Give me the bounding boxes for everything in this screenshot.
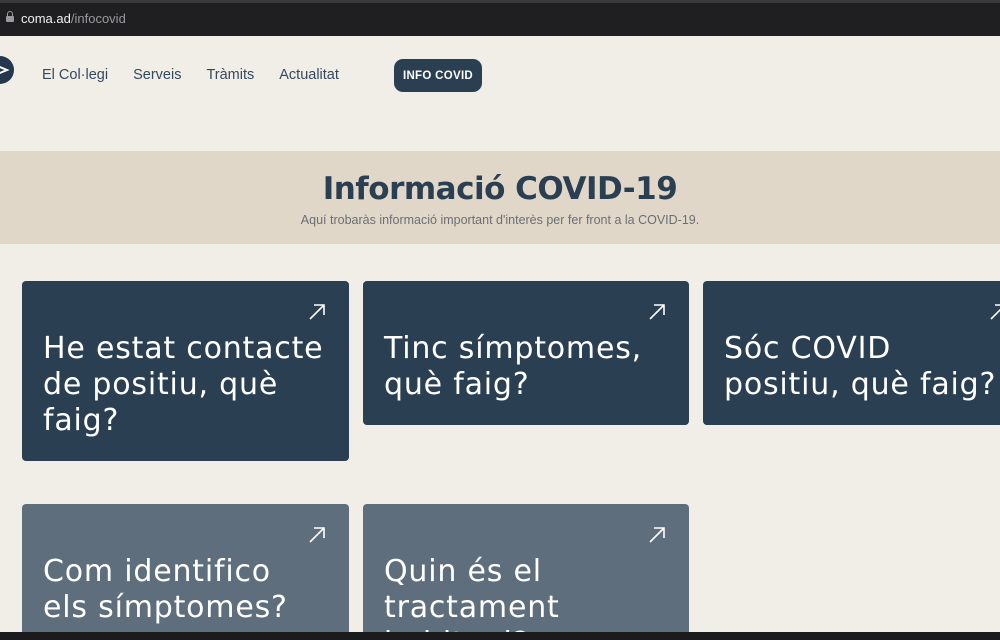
- card-label: Com identifico els símptomes?: [43, 554, 288, 625]
- arrow-up-right-icon: [990, 304, 1000, 320]
- arrow-up-right-icon: [309, 527, 325, 543]
- card-label: Quin és el tractament habitual?: [384, 554, 560, 632]
- arrow-up-right-icon: [649, 304, 665, 320]
- card-covid-positive[interactable]: Sóc COVID positiu, què faig?: [703, 281, 1000, 425]
- card-have-symptoms[interactable]: Tinc símptomes, què faig?: [363, 281, 689, 425]
- card-label: He estat contacte de positiu, què faig?: [43, 331, 324, 438]
- nav-item-tramits[interactable]: Tràmits: [206, 67, 254, 83]
- hero-banner: Informació COVID-19 Aquí trobaràs inform…: [0, 151, 1000, 244]
- card-usual-treatment[interactable]: Quin és el tractament habitual?: [363, 504, 689, 632]
- url-path: /infocovid: [70, 10, 126, 26]
- browser-tab-strip: [0, 0, 1000, 3]
- info-covid-button[interactable]: INFO COVID: [394, 59, 482, 92]
- card-identify-symptoms[interactable]: Com identifico els símptomes?: [22, 504, 349, 632]
- nav-item-el-collegi[interactable]: El Col·legi: [42, 67, 108, 83]
- page-title: Informació COVID-19: [322, 171, 678, 207]
- site-header: El Col·legi Serveis Tràmits Actualitat I…: [0, 36, 1000, 116]
- browser-address-bar[interactable]: coma.ad/infocovid: [0, 0, 1000, 36]
- arrow-up-right-icon: [649, 527, 665, 543]
- nav-item-serveis[interactable]: Serveis: [133, 67, 181, 83]
- nav-item-actualitat[interactable]: Actualitat: [279, 67, 339, 83]
- lock-icon: [6, 11, 14, 24]
- window-bottom-edge: [0, 632, 1000, 640]
- page-subtitle: Aquí trobaràs informació important d'int…: [300, 213, 700, 227]
- url-field[interactable]: coma.ad/infocovid: [6, 9, 126, 27]
- card-label: Tinc símptomes, què faig?: [384, 331, 642, 402]
- arrow-up-right-icon: [309, 304, 325, 320]
- site-logo[interactable]: [0, 56, 14, 84]
- card-contact-positive[interactable]: He estat contacte de positiu, què faig?: [22, 281, 349, 461]
- main-nav: El Col·legi Serveis Tràmits Actualitat: [42, 67, 339, 83]
- card-label: Sóc COVID positiu, què faig?: [724, 331, 997, 402]
- url-host: coma.ad: [21, 10, 71, 26]
